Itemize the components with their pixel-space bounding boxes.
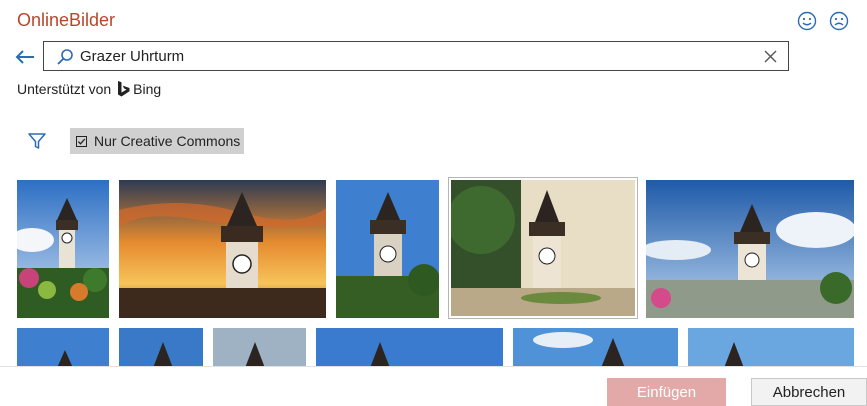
result-image-10[interactable] xyxy=(513,328,678,368)
result-image-3[interactable] xyxy=(336,180,439,318)
result-image-5[interactable] xyxy=(646,180,854,318)
checkbox-checked-icon[interactable] xyxy=(76,135,87,147)
smiley-face-icon[interactable] xyxy=(797,11,817,31)
powered-by-label: Unterstützt von xyxy=(17,81,112,97)
search-icon xyxy=(56,48,74,66)
result-image-6[interactable] xyxy=(17,328,109,368)
result-image-11[interactable] xyxy=(688,328,854,368)
frowning-face-icon[interactable] xyxy=(829,11,849,31)
bing-logo: Bing xyxy=(117,81,161,97)
result-image-2[interactable] xyxy=(119,180,326,318)
bing-icon xyxy=(118,81,130,97)
search-input[interactable] xyxy=(80,45,760,67)
result-image-1[interactable] xyxy=(17,180,109,318)
result-image-9[interactable] xyxy=(316,328,503,368)
creative-commons-filter[interactable]: Nur Creative Commons xyxy=(70,128,244,154)
powered-by: Unterstützt von Bing xyxy=(17,81,161,97)
search-box xyxy=(43,41,789,71)
result-image-4[interactable] xyxy=(448,177,638,319)
result-image-8[interactable] xyxy=(213,328,306,368)
bing-label: Bing xyxy=(133,81,162,97)
close-icon[interactable] xyxy=(763,49,778,64)
creative-commons-label: Nur Creative Commons xyxy=(94,133,241,149)
back-arrow-icon[interactable] xyxy=(14,47,36,67)
result-image-7[interactable] xyxy=(119,328,203,368)
dialog-footer xyxy=(0,366,867,403)
dialog-title: OnlineBilder xyxy=(17,10,116,30)
filter-icon[interactable] xyxy=(27,131,47,151)
